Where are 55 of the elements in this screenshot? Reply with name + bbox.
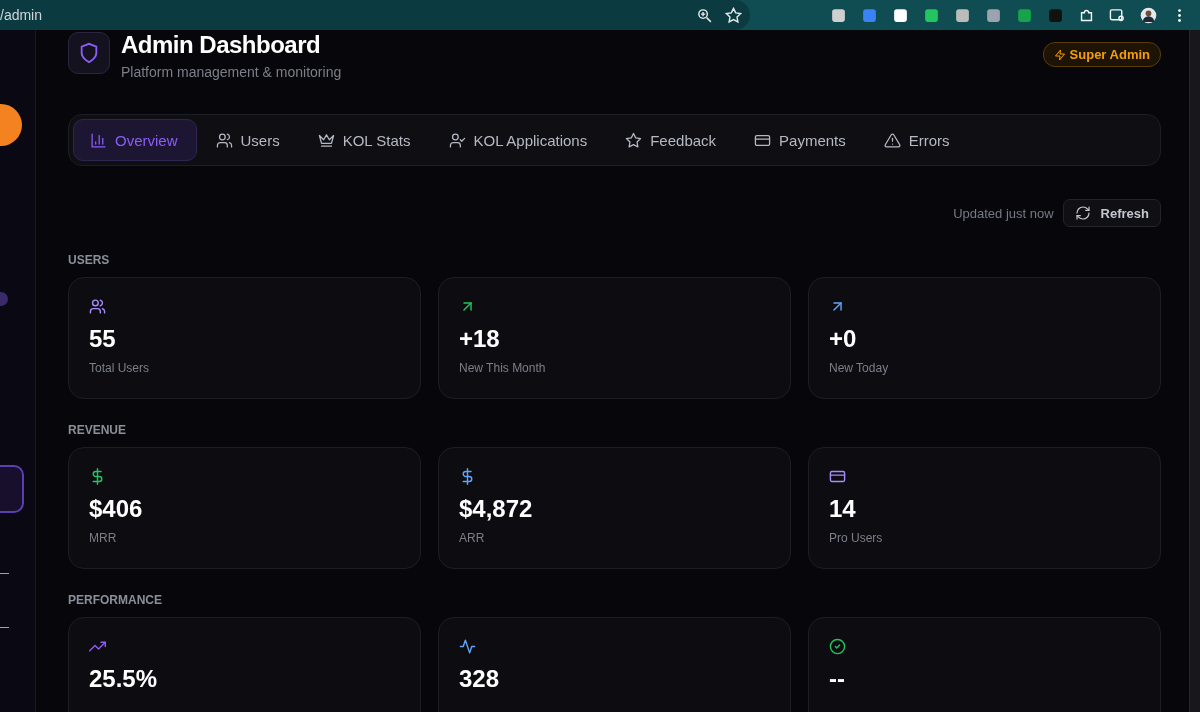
stat-label: Pro Users [829, 531, 884, 545]
section-title: REVENUE [68, 423, 127, 437]
stat-value: -- [829, 665, 846, 693]
users-icon [215, 131, 233, 149]
stat-value: +0 [829, 325, 858, 353]
warning-icon [883, 131, 901, 149]
tab[interactable]: Payments [737, 119, 865, 161]
tab[interactable]: Feedback [608, 119, 736, 161]
refresh-button[interactable]: Refresh [1062, 199, 1161, 227]
tab[interactable]: Errors [866, 119, 969, 161]
bookmark-star-icon[interactable] [725, 6, 742, 24]
tab[interactable]: Overview [73, 119, 197, 161]
updated-status: Updated just now [953, 205, 1054, 221]
lightning-icon [1053, 48, 1066, 61]
refresh-icon [1074, 205, 1091, 221]
extension-icon[interactable] [954, 6, 971, 24]
section-title: USERS [68, 253, 111, 267]
pulse-icon [459, 638, 476, 655]
role-label: Super Admin [1069, 47, 1150, 62]
tab-search-icon[interactable] [1109, 6, 1126, 24]
stat-value: 25.5% [89, 665, 159, 693]
tab[interactable]: Users [198, 119, 299, 161]
tab[interactable]: KOL Applications [431, 119, 607, 161]
stat-label: New Today [829, 361, 890, 375]
extension-icon[interactable] [985, 6, 1002, 24]
page-title: Admin Dashboard [121, 32, 322, 58]
page-subtitle: Platform management & monitoring [121, 64, 343, 80]
stat-label: New This Month [459, 361, 547, 375]
url-text: /admin [0, 7, 43, 23]
stat-value: 328 [459, 665, 501, 693]
address-bar[interactable]: /admin [0, 0, 750, 30]
extension-icon[interactable] [830, 6, 847, 24]
crown-icon [317, 131, 335, 149]
stat-label: ARR [459, 531, 486, 545]
stat-value: 14 [829, 495, 857, 523]
stat-value: $406 [89, 495, 144, 523]
shield-logo [68, 32, 110, 74]
stat-label: MRR [89, 531, 118, 545]
stat-value: 55 [89, 325, 117, 353]
profile-avatar[interactable] [1140, 6, 1157, 24]
users-icon [89, 298, 106, 315]
section-title: PERFORMANCE [68, 593, 163, 607]
stat-label: Total Users [89, 361, 151, 375]
tab[interactable]: KOL Stats [300, 119, 430, 161]
credit-card-icon [829, 468, 846, 485]
stat-value: +18 [459, 325, 501, 353]
check-circle-icon [829, 638, 846, 655]
extension-icon[interactable] [923, 6, 940, 24]
zoom-icon[interactable] [696, 6, 713, 24]
extension-icon[interactable] [892, 6, 909, 24]
user-check-icon [448, 131, 466, 149]
stat-value: $4,872 [459, 495, 534, 523]
star-icon [625, 131, 643, 149]
scrollbar[interactable] [1189, 30, 1200, 712]
bar-chart-icon [90, 131, 107, 149]
